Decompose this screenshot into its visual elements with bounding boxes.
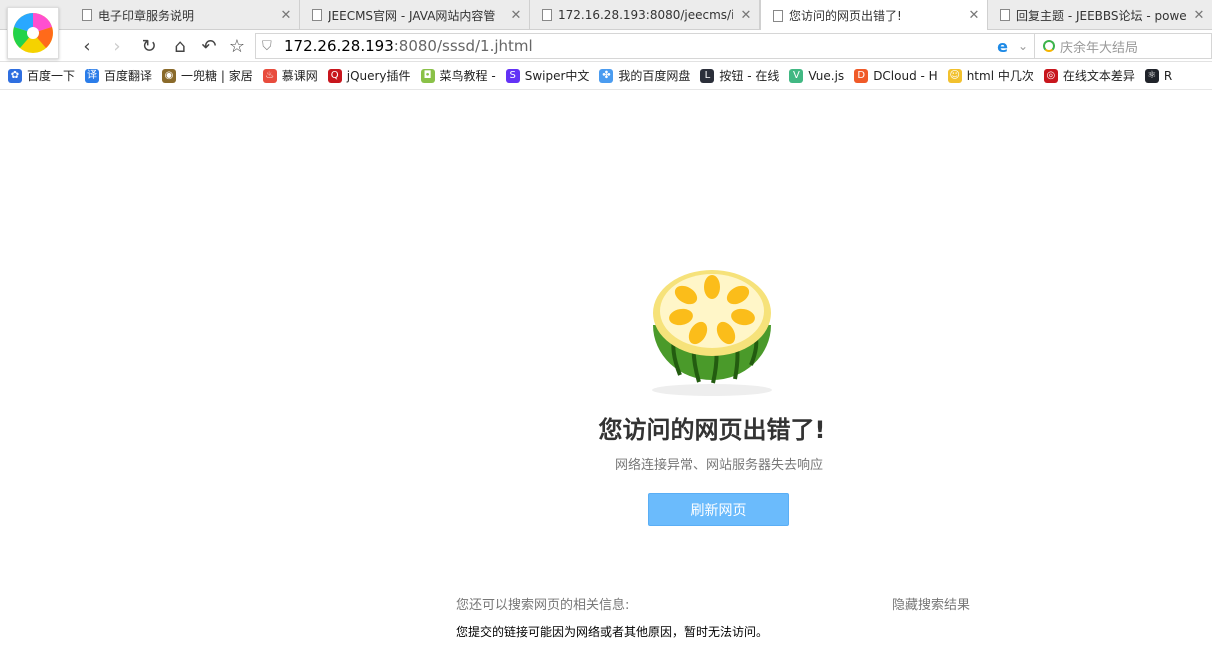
refresh-button[interactable]: 刷新网页: [648, 493, 789, 526]
bookmark-label: 一兜糖 | 家居: [181, 69, 253, 83]
chevron-down-icon[interactable]: ⌄: [1018, 39, 1028, 53]
bookmark-item[interactable]: ◎ 在线文本差异: [1043, 67, 1135, 84]
page-icon: [773, 9, 783, 22]
bookmark-icon: 译: [85, 68, 100, 83]
search-more-label: 您还可以搜索网页的相关信息:: [456, 598, 630, 613]
page-icon: [82, 9, 92, 21]
bookmark-icon: ◎: [1043, 68, 1058, 83]
browser-logo-icon: [13, 13, 53, 53]
bookmark-item[interactable]: ✤ 我的百度网盘: [599, 67, 690, 84]
bookmark-label: Swiper中文: [524, 69, 590, 83]
bookmark-item[interactable]: L 按钮 - 在线: [700, 67, 779, 84]
bookmark-label: 我的百度网盘: [618, 69, 691, 83]
shield-icon: ⛉: [262, 38, 272, 54]
bookmark-label: 百度翻译: [104, 69, 153, 83]
undo-close-button[interactable]: ↶: [197, 34, 221, 58]
search-engine-icon: [1043, 40, 1055, 52]
home-button[interactable]: ⌂: [168, 34, 192, 58]
toolbar: ‹ › ↻ ⌂ ↶ ☆ ⛉ 172.26.28.193:8080/sssd/1.…: [0, 30, 1212, 62]
bookmark-icon: D: [854, 68, 869, 83]
bookmark-icon: ♨: [262, 68, 277, 83]
bookmark-label: 百度一下: [27, 69, 76, 83]
bookmark-label: R: [1163, 68, 1173, 83]
bookmark-icon: ✤: [599, 68, 614, 83]
page-icon: [312, 9, 322, 21]
page-icon: [1000, 9, 1010, 21]
bookmark-icon: ☺: [947, 68, 962, 83]
bookmark-icon: ✿: [8, 68, 22, 83]
bookmark-label: 菜鸟教程 -: [439, 69, 496, 83]
bookmark-item[interactable]: ◘ 菜鸟教程 -: [420, 67, 496, 84]
bookmark-item[interactable]: ♨ 慕课网: [262, 67, 318, 84]
search-input[interactable]: 庆余年大结局: [1035, 33, 1212, 59]
close-tab-icon[interactable]: ✕: [733, 8, 759, 23]
bookmark-icon: ⚛: [1144, 68, 1159, 83]
close-tab-icon[interactable]: ✕: [273, 8, 299, 23]
bookmark-label: html 中几次: [966, 69, 1034, 83]
bookmark-icon: V: [789, 68, 804, 83]
bookmark-label: 按钮 - 在线: [719, 69, 780, 83]
close-tab-icon[interactable]: ✕: [1186, 8, 1212, 23]
bookmark-item[interactable]: ◉ 一兜糖 | 家居: [162, 67, 253, 84]
bookmark-item[interactable]: S Swiper中文: [505, 67, 590, 84]
bookmark-icon: L: [700, 68, 715, 83]
browser-logo[interactable]: [7, 7, 59, 59]
address-bar[interactable]: ⛉ 172.26.28.193:8080/sssd/1.jhtml e ⌄: [255, 33, 1035, 59]
forward-button[interactable]: ›: [105, 34, 129, 58]
bookmark-label: DCloud - H: [873, 68, 938, 83]
tab[interactable]: 172.16.28.193:8080/jeecms/in ✕: [530, 0, 760, 30]
bookmark-label: jQuery插件: [346, 69, 411, 83]
bookmark-item[interactable]: V Vue.js: [789, 68, 845, 83]
lemon-watermelon-illustration: [652, 270, 772, 396]
reload-button[interactable]: ↻: [137, 34, 161, 58]
ie-engine-icon[interactable]: e: [997, 37, 1008, 56]
page-icon: [542, 9, 552, 21]
bookmark-icon: S: [505, 68, 520, 83]
bookmark-label: 慕课网: [281, 69, 318, 83]
bookmark-label: Vue.js: [808, 68, 845, 83]
close-tab-icon[interactable]: ✕: [503, 8, 529, 23]
tab[interactable]: 回复主题 - JEEBBS论坛 - powe ✕: [988, 0, 1212, 30]
close-tab-icon[interactable]: ✕: [961, 8, 987, 23]
bookmark-label: 在线文本差异: [1062, 69, 1135, 83]
bookmark-icon: ◉: [162, 68, 177, 83]
error-page: 您访问的网页出错了! 网络连接异常、网站服务器失去响应 刷新网页 您还可以搜索网…: [0, 90, 1212, 651]
bookmark-item[interactable]: 译百度翻译: [85, 67, 152, 84]
bookmark-icon: Q: [327, 68, 342, 83]
tab-bar: 电子印章服务说明 ✕ JEECMS官网 - JAVA网站内容管 ✕ 172.16.2…: [0, 0, 1212, 31]
tab-active[interactable]: 您访问的网页出错了! ✕: [760, 0, 988, 31]
favorite-star-button[interactable]: ☆: [225, 34, 249, 58]
tab[interactable]: JEECMS官网 - JAVA网站内容管 ✕: [300, 0, 530, 30]
bookmark-item[interactable]: ⚛ R: [1144, 68, 1173, 83]
page-subtitle: 网络连接异常、网站服务器失去响应: [614, 458, 823, 473]
tab[interactable]: 电子印章服务说明 ✕: [70, 0, 300, 30]
bookmark-item[interactable]: QjQuery插件: [327, 67, 411, 84]
bookmark-item[interactable]: D DCloud - H: [854, 68, 938, 83]
hide-results-link[interactable]: 隐藏搜索结果: [892, 594, 970, 613]
error-reason: 您提交的链接可能因为网络或者其他原因，暂时无法访问。: [456, 625, 769, 639]
bookmark-item[interactable]: ☺ html 中几次: [947, 67, 1034, 84]
bookmark-icon: ◘: [420, 68, 435, 83]
page-title: 您访问的网页出错了!: [598, 416, 826, 444]
bookmark-item[interactable]: ✿ 百度一下: [8, 67, 75, 84]
bookmarks-bar: ✿ 百度一下译百度翻译 ◉ 一兜糖 | 家居 ♨ 慕课网 QjQuery插件 ◘ 菜鸟教程 - S…: [0, 62, 1212, 90]
back-button[interactable]: ‹: [75, 34, 99, 58]
